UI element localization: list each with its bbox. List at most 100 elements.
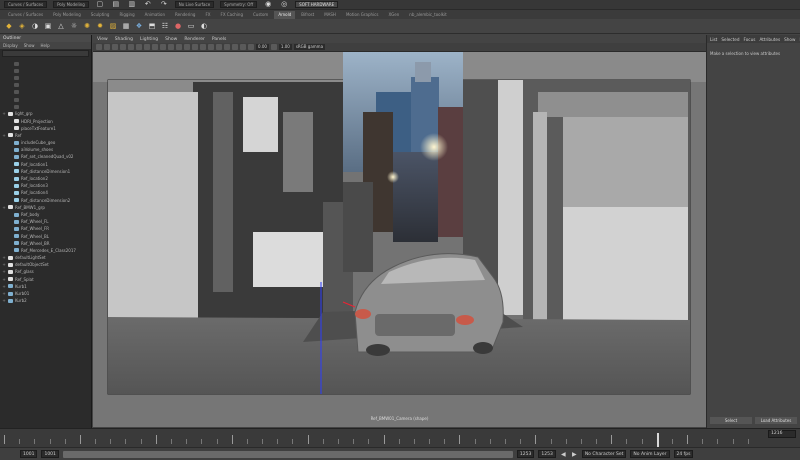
xray-icon[interactable] [248,44,254,50]
anim-layer-field[interactable]: No Anim Layer [630,450,670,458]
redo-icon[interactable]: ↷ [159,0,169,10]
outliner-item[interactable]: aiVolume_shoes [0,146,91,153]
current-frame-field[interactable]: 1216 [768,430,796,438]
safe-action-icon[interactable] [168,44,174,50]
expand-icon[interactable]: + [2,132,6,139]
textured-icon[interactable] [200,44,206,50]
shelf-tab[interactable]: nb_alembic_toolkit [405,11,450,19]
expand-icon[interactable]: + [2,110,6,117]
physical-sky-icon[interactable]: ✺ [82,21,92,31]
outliner-item[interactable] [0,60,91,67]
outliner-item[interactable]: + Kurb1 [0,283,91,290]
ao-icon[interactable] [224,44,230,50]
eye-icon[interactable]: ◐ [199,21,209,31]
attribute-menu-item[interactable]: List [710,37,717,42]
volume-icon[interactable]: ▨ [108,21,118,31]
outliner-item[interactable]: + defaultLightSet [0,254,91,261]
shelf-tab[interactable]: XGen [384,11,403,19]
isolate-icon[interactable] [240,44,246,50]
film-gate-icon[interactable] [136,44,142,50]
fps-field[interactable]: 24 fps [673,450,694,458]
shelf-tab[interactable]: FX Caching [217,11,247,19]
outliner-item[interactable]: + defaultObjectSet [0,261,91,268]
exposure-icon[interactable] [270,44,277,50]
attribute-menu-item[interactable]: Show [784,37,795,42]
outliner-item[interactable] [0,89,91,96]
area-light-icon[interactable]: ▣ [43,21,53,31]
outliner-item[interactable]: + Ref_glass [0,268,91,275]
outliner-menu-item[interactable]: Show [24,43,35,48]
wireframe-icon[interactable] [184,44,190,50]
outliner-item[interactable] [0,82,91,89]
live-surface-field[interactable]: No Live Surface [174,1,215,8]
outliner-item[interactable]: Ref_Wheel_BR [0,240,91,247]
outliner-item[interactable]: Ref_Wheel_FL [0,218,91,225]
outliner-item[interactable]: includeCube_geo [0,139,91,146]
shelf-tab[interactable]: Sculpting [87,11,114,19]
character-set-field[interactable]: No Character Set [581,450,627,458]
gate-mask-icon[interactable] [152,44,158,50]
time-slider[interactable] [0,428,800,448]
new-scene-icon[interactable]: ▢ [95,0,105,10]
renderer-field[interactable]: SOFT HARDWARE [295,1,339,8]
shelf-tab[interactable]: Bifrost [297,11,318,19]
shelf-tab[interactable]: Curves / Surfaces [4,11,47,19]
shelf-tab[interactable]: Poly Modeling [49,11,85,19]
lights-icon[interactable] [208,44,214,50]
shelf-tab[interactable]: Custom [249,11,272,19]
shadows-icon[interactable] [216,44,222,50]
expand-icon[interactable]: + [2,204,6,211]
viewport-menu-item[interactable]: Shading [115,37,133,42]
arnold-ipr-icon[interactable]: ◈ [17,21,27,31]
photometric-light-icon[interactable]: ☼ [69,21,79,31]
camera-icon[interactable]: ▭ [186,21,196,31]
outliner-item[interactable] [0,103,91,110]
outliner-item[interactable] [0,74,91,81]
viewport-menu-item[interactable]: Panels [212,37,226,42]
select-camera-icon[interactable] [96,44,102,50]
standin-icon[interactable]: ❖ [134,21,144,31]
outliner-item[interactable]: Ref_Wheel_FR [0,225,91,232]
open-scene-icon[interactable]: ▤ [111,0,121,10]
shelf-tab[interactable]: FX [201,11,214,19]
start-frame-field[interactable]: 1001 [20,450,38,458]
grid-icon[interactable] [128,44,134,50]
outliner-item[interactable]: + light_grp [0,110,91,117]
expand-icon[interactable]: + [2,268,6,275]
shader-icon[interactable]: ● [173,21,183,31]
outliner-item[interactable]: Ref_Mercedes_E_Class2017 [0,247,91,254]
bookmark-icon[interactable] [112,44,118,50]
play-backward-icon[interactable]: ◀ [560,451,567,458]
attribute-menu-item[interactable]: Selected [721,37,739,42]
expand-icon[interactable]: + [2,261,6,268]
outliner-item[interactable]: + Ref [0,132,91,139]
shelf-tab[interactable]: Rendering [171,11,199,19]
undo-icon[interactable]: ↶ [143,0,153,10]
viewport-menu-item[interactable]: Show [165,37,177,42]
field-chart-icon[interactable] [160,44,166,50]
light-portal-icon[interactable]: ✹ [95,21,105,31]
expand-icon[interactable]: + [2,276,6,283]
smooth-shade-icon[interactable] [192,44,198,50]
playhead[interactable] [656,433,659,448]
outliner-item[interactable]: placeTxtFeature1 [0,125,91,132]
viewport-menu-item[interactable]: Lighting [140,37,158,42]
resolution-gate-icon[interactable] [144,44,150,50]
expand-icon[interactable]: + [2,254,6,261]
outliner-item[interactable]: + Ref_Splat [0,276,91,283]
modeling-dropdown[interactable]: Poly Modeling [53,1,89,8]
shelf-tab[interactable]: Rigging [115,11,138,19]
expand-icon[interactable]: + [2,283,6,290]
play-forward-icon[interactable]: ▶ [571,451,578,458]
exposure-field[interactable]: 1.00 [278,44,292,50]
outliner-menu-item[interactable]: Display [3,43,18,48]
export-icon[interactable]: ⬒ [147,21,157,31]
outliner-item[interactable]: Ref_location3 [0,182,91,189]
outliner-item[interactable]: Ref_location2 [0,175,91,182]
outliner-item[interactable]: + Ref_BMW1_grp [0,204,91,211]
lights-manager-icon[interactable]: ☷ [160,21,170,31]
image-plane-icon[interactable] [120,44,126,50]
menu-set-dropdown[interactable]: Curves / Surfaces [4,1,48,8]
render-icon[interactable]: ◉ [263,0,273,10]
shelf-tab[interactable]: Arnold [274,10,296,19]
